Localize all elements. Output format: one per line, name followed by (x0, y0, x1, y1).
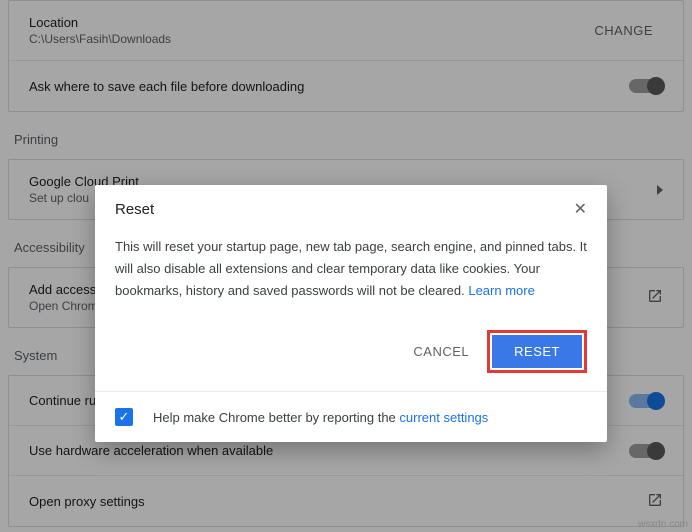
reset-button-highlight: RESET (487, 330, 587, 373)
dialog-title: Reset (115, 201, 574, 218)
reset-dialog: Reset ✕ This will reset your startup pag… (95, 185, 607, 442)
dialog-footer: ✓ Help make Chrome better by reporting t… (95, 391, 607, 442)
close-icon[interactable]: ✕ (574, 202, 587, 218)
watermark: wsxdn.com (638, 519, 688, 530)
current-settings-link[interactable]: current settings (399, 410, 488, 425)
help-text: Help make Chrome better by reporting the (153, 410, 399, 425)
cancel-button[interactable]: CANCEL (413, 344, 469, 359)
dialog-footer-text: Help make Chrome better by reporting the… (153, 410, 488, 425)
learn-more-link[interactable]: Learn more (468, 283, 534, 298)
reset-button[interactable]: RESET (492, 335, 582, 368)
dialog-body: This will reset your startup page, new t… (95, 226, 607, 320)
dialog-header: Reset ✕ (95, 185, 607, 226)
dialog-actions: CANCEL RESET (95, 320, 607, 391)
help-checkbox[interactable]: ✓ (115, 408, 133, 426)
